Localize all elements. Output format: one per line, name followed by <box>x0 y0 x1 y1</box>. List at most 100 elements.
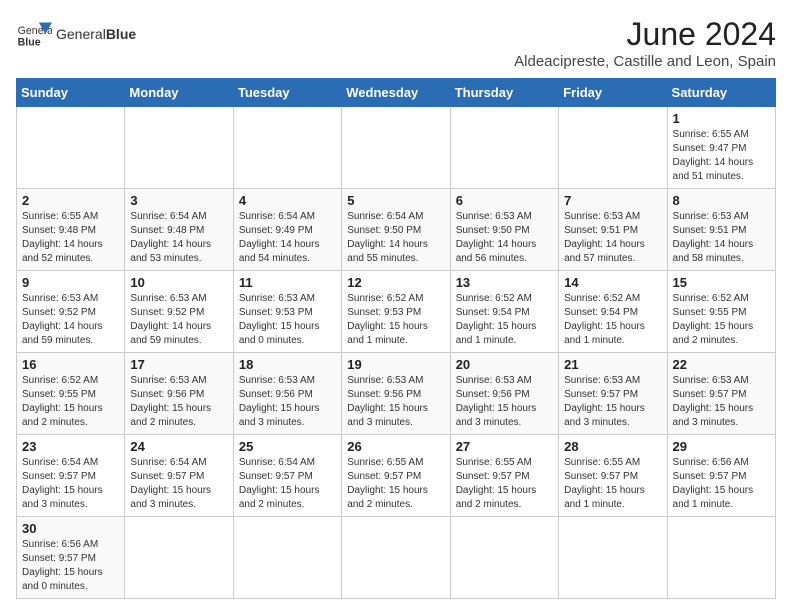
day-number: 16 <box>22 357 119 372</box>
day-number: 24 <box>130 439 227 454</box>
calendar-cell <box>233 107 341 189</box>
day-info: Sunrise: 6:54 AM Sunset: 9:57 PM Dayligh… <box>239 456 336 512</box>
calendar-cell: 20 Sunrise: 6:53 AM Sunset: 9:56 PM Dayli… <box>450 353 558 435</box>
title-area: June 2024 Aldeacipreste, Castille and Le… <box>514 16 776 70</box>
day-number: 7 <box>564 193 661 208</box>
calendar-cell: 22Sunrise: 6:53 AM Sunset: 9:57 PM Dayli… <box>667 353 775 435</box>
calendar-cell: 13 Sunrise: 6:52 AM Sunset: 9:54 PM Dayli… <box>450 271 558 353</box>
day-info: Sunrise: 6:53 AM Sunset: 9:50 PM Dayligh… <box>456 210 553 266</box>
calendar-cell: 2 Sunrise: 6:55 AM Sunset: 9:48 PM Daylig… <box>17 189 125 271</box>
day-number: 30 <box>22 521 119 536</box>
day-info: Sunrise: 6:53 AM Sunset: 9:52 PM Dayligh… <box>22 292 119 348</box>
day-info: Sunrise: 6:53 AM Sunset: 9:57 PM Dayligh… <box>564 374 661 430</box>
day-info: Sunrise: 6:56 AM Sunset: 9:57 PM Dayligh… <box>22 538 119 594</box>
day-number: 8 <box>673 193 770 208</box>
svg-text:Blue: Blue <box>18 36 41 48</box>
calendar-cell <box>667 517 775 599</box>
day-info: Sunrise: 6:52 AM Sunset: 9:54 PM Dayligh… <box>564 292 661 348</box>
calendar-cell <box>559 517 667 599</box>
day-info: Sunrise: 6:53 AM Sunset: 9:52 PM Dayligh… <box>130 292 227 348</box>
day-number: 25 <box>239 439 336 454</box>
day-info: Sunrise: 6:52 AM Sunset: 9:53 PM Dayligh… <box>347 292 444 348</box>
calendar-cell <box>342 107 450 189</box>
calendar-cell <box>559 107 667 189</box>
day-info: Sunrise: 6:53 AM Sunset: 9:56 PM Dayligh… <box>456 374 553 430</box>
day-info: Sunrise: 6:56 AM Sunset: 9:57 PM Dayligh… <box>673 456 770 512</box>
day-info: Sunrise: 6:53 AM Sunset: 9:56 PM Dayligh… <box>239 374 336 430</box>
day-info: Sunrise: 6:54 AM Sunset: 9:50 PM Dayligh… <box>347 210 444 266</box>
calendar-cell: 11 Sunrise: 6:53 AM Sunset: 9:53 PM Dayli… <box>233 271 341 353</box>
calendar-cell: 12Sunrise: 6:52 AM Sunset: 9:53 PM Dayli… <box>342 271 450 353</box>
day-number: 10 <box>130 275 227 290</box>
calendar-cell: 14 Sunrise: 6:52 AM Sunset: 9:54 PM Dayli… <box>559 271 667 353</box>
day-number: 28 <box>564 439 661 454</box>
day-number: 5 <box>347 193 444 208</box>
day-info: Sunrise: 6:53 AM Sunset: 9:56 PM Dayligh… <box>130 374 227 430</box>
header: General Blue GeneralBlue June 2024 Aldea… <box>16 16 776 70</box>
day-number: 19 <box>347 357 444 372</box>
calendar-cell: 17 Sunrise: 6:53 AM Sunset: 9:56 PM Dayli… <box>125 353 233 435</box>
calendar-cell <box>450 517 558 599</box>
calendar-cell: 8 Sunrise: 6:53 AM Sunset: 9:51 PM Daylig… <box>667 189 775 271</box>
header-sunday: Sunday <box>17 79 125 107</box>
day-info: Sunrise: 6:54 AM Sunset: 9:48 PM Dayligh… <box>130 210 227 266</box>
day-number: 29 <box>673 439 770 454</box>
day-number: 22 <box>673 357 770 372</box>
day-number: 21 <box>564 357 661 372</box>
logo: General Blue GeneralBlue <box>16 16 136 52</box>
header-saturday: Saturday <box>667 79 775 107</box>
calendar-cell: 23 Sunrise: 6:54 AM Sunset: 9:57 PM Dayli… <box>17 435 125 517</box>
calendar-cell <box>342 517 450 599</box>
day-number: 2 <box>22 193 119 208</box>
calendar-cell <box>125 517 233 599</box>
header-friday: Friday <box>559 79 667 107</box>
day-info: Sunrise: 6:52 AM Sunset: 9:55 PM Dayligh… <box>22 374 119 430</box>
calendar-cell: 10 Sunrise: 6:53 AM Sunset: 9:52 PM Dayli… <box>125 271 233 353</box>
logo-blue: Blue <box>106 26 136 42</box>
calendar-cell: 1 Sunrise: 6:55 AM Sunset: 9:47 PM Daylig… <box>667 107 775 189</box>
calendar-cell <box>233 517 341 599</box>
calendar-cell: 16 Sunrise: 6:52 AM Sunset: 9:55 PM Dayli… <box>17 353 125 435</box>
calendar-cell: 27Sunrise: 6:55 AM Sunset: 9:57 PM Dayli… <box>450 435 558 517</box>
day-number: 14 <box>564 275 661 290</box>
day-number: 11 <box>239 275 336 290</box>
day-info: Sunrise: 6:55 AM Sunset: 9:57 PM Dayligh… <box>347 456 444 512</box>
calendar-cell: 5 Sunrise: 6:54 AM Sunset: 9:50 PM Daylig… <box>342 189 450 271</box>
calendar-cell: 15Sunrise: 6:52 AM Sunset: 9:55 PM Dayli… <box>667 271 775 353</box>
day-number: 13 <box>456 275 553 290</box>
calendar-cell <box>17 107 125 189</box>
calendar-header-row: SundayMondayTuesdayWednesdayThursdayFrid… <box>17 79 776 107</box>
day-number: 15 <box>673 275 770 290</box>
calendar-cell: 18 Sunrise: 6:53 AM Sunset: 9:56 PM Dayli… <box>233 353 341 435</box>
calendar-cell: 30 Sunrise: 6:56 AM Sunset: 9:57 PM Dayli… <box>17 517 125 599</box>
header-monday: Monday <box>125 79 233 107</box>
day-info: Sunrise: 6:54 AM Sunset: 9:49 PM Dayligh… <box>239 210 336 266</box>
day-number: 17 <box>130 357 227 372</box>
calendar-week-row: 23 Sunrise: 6:54 AM Sunset: 9:57 PM Dayli… <box>17 435 776 517</box>
calendar-cell: 21 Sunrise: 6:53 AM Sunset: 9:57 PM Dayli… <box>559 353 667 435</box>
calendar-week-row: 30 Sunrise: 6:56 AM Sunset: 9:57 PM Dayli… <box>17 517 776 599</box>
calendar-week-row: 16 Sunrise: 6:52 AM Sunset: 9:55 PM Dayli… <box>17 353 776 435</box>
day-info: Sunrise: 6:55 AM Sunset: 9:47 PM Dayligh… <box>673 128 770 184</box>
day-number: 4 <box>239 193 336 208</box>
day-info: Sunrise: 6:53 AM Sunset: 9:56 PM Dayligh… <box>347 374 444 430</box>
calendar-cell: 6Sunrise: 6:53 AM Sunset: 9:50 PM Daylig… <box>450 189 558 271</box>
calendar-cell: 26Sunrise: 6:55 AM Sunset: 9:57 PM Dayli… <box>342 435 450 517</box>
day-number: 20 <box>456 357 553 372</box>
day-info: Sunrise: 6:52 AM Sunset: 9:54 PM Dayligh… <box>456 292 553 348</box>
day-number: 1 <box>673 111 770 126</box>
logo-text: GeneralBlue <box>56 26 136 42</box>
day-info: Sunrise: 6:54 AM Sunset: 9:57 PM Dayligh… <box>130 456 227 512</box>
day-number: 23 <box>22 439 119 454</box>
calendar-week-row: 1 Sunrise: 6:55 AM Sunset: 9:47 PM Daylig… <box>17 107 776 189</box>
page-title: June 2024 <box>514 16 776 53</box>
header-thursday: Thursday <box>450 79 558 107</box>
calendar-cell: 4 Sunrise: 6:54 AM Sunset: 9:49 PM Daylig… <box>233 189 341 271</box>
day-info: Sunrise: 6:55 AM Sunset: 9:48 PM Dayligh… <box>22 210 119 266</box>
day-number: 18 <box>239 357 336 372</box>
day-info: Sunrise: 6:54 AM Sunset: 9:57 PM Dayligh… <box>22 456 119 512</box>
calendar-table: SundayMondayTuesdayWednesdayThursdayFrid… <box>16 78 776 599</box>
day-info: Sunrise: 6:53 AM Sunset: 9:51 PM Dayligh… <box>673 210 770 266</box>
day-info: Sunrise: 6:53 AM Sunset: 9:53 PM Dayligh… <box>239 292 336 348</box>
calendar-cell: 3Sunrise: 6:54 AM Sunset: 9:48 PM Daylig… <box>125 189 233 271</box>
